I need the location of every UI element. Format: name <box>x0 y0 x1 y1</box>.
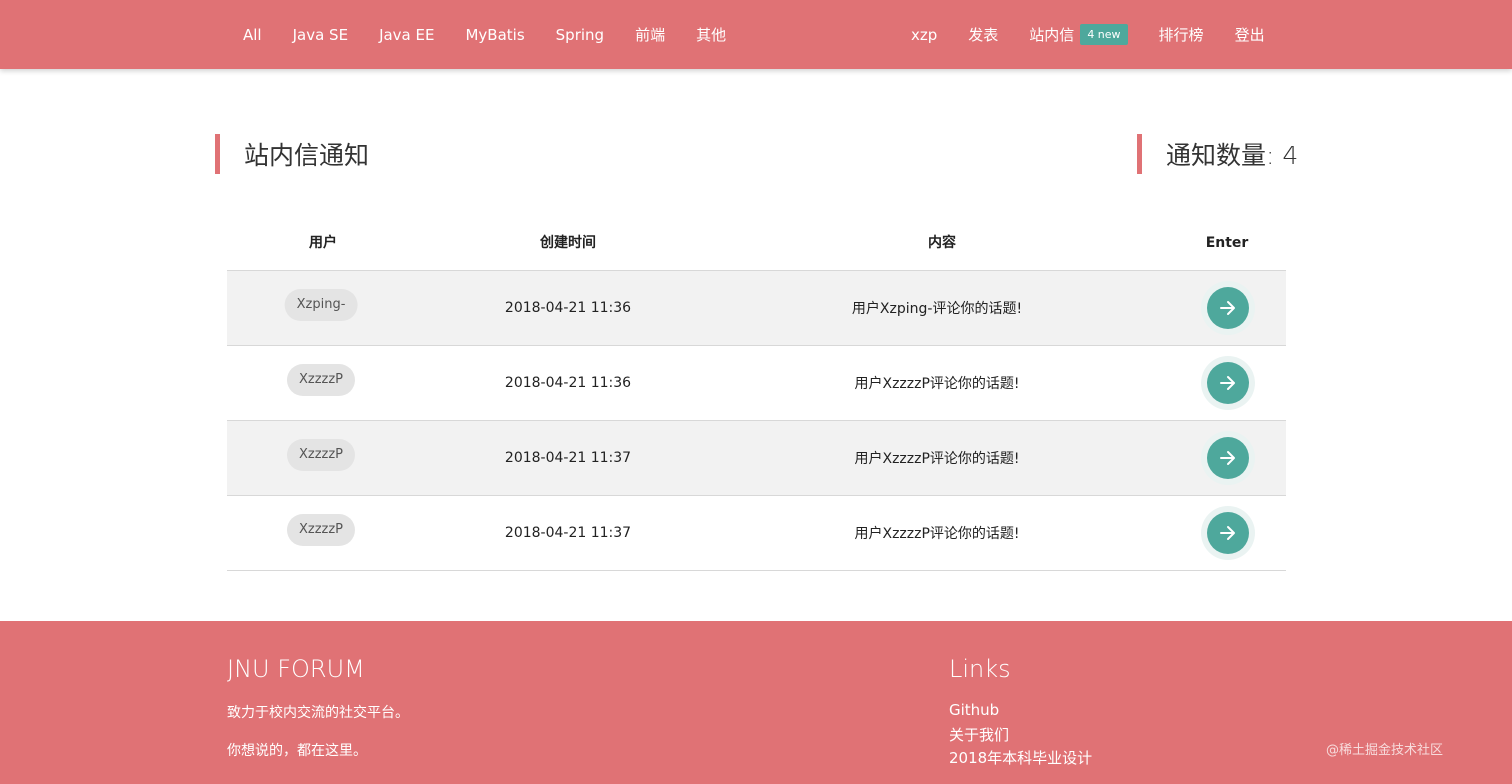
enter-button[interactable] <box>1207 437 1249 479</box>
nav-java-se[interactable]: Java SE <box>293 26 348 44</box>
created-time: 2018-04-21 11:37 <box>504 450 632 466</box>
title-accent-bar <box>215 134 220 174</box>
notifications-table: 用户 创建时间 内容 Enter Xzping- 2018-04-21 11:3… <box>227 215 1286 571</box>
category-nav: All Java SE Java EE MyBatis Spring 前端 其他 <box>243 0 757 69</box>
footer-tagline-2: 你想说的，都在这里。 <box>227 743 367 759</box>
footer-brand: JNU FORUM <box>227 655 365 683</box>
table-row: XzzzzP 2018-04-21 11:36 用户XzzzzP评论你的话题! <box>227 346 1286 421</box>
footer-link-about[interactable]: 关于我们 <box>949 724 1009 745</box>
user-chip[interactable]: Xzping- <box>284 289 358 321</box>
footer-link-github[interactable]: Github <box>949 701 999 719</box>
nav-mybatis[interactable]: MyBatis <box>465 26 524 44</box>
site-footer: JNU FORUM 致力于校内交流的社交平台。 你想说的，都在这里。 Links… <box>0 621 1512 784</box>
user-chip[interactable]: XzzzzP <box>286 439 356 471</box>
enter-button[interactable] <box>1207 512 1249 554</box>
nav-all[interactable]: All <box>243 26 262 44</box>
arrow-right-icon <box>1220 376 1235 390</box>
nav-messages-label: 站内信 <box>1029 26 1075 44</box>
notification-content: 用户Xzping-评论你的话题! <box>851 301 1023 317</box>
enter-button[interactable] <box>1207 362 1249 404</box>
table-header: 用户 创建时间 内容 Enter <box>227 215 1286 271</box>
notification-count-text: 通知数量: 4 <box>1166 141 1299 170</box>
arrow-right-icon <box>1220 526 1235 540</box>
notification-content: 用户XzzzzP评论你的话题! <box>854 451 1020 467</box>
watermark: @稀土掘金技术社区 <box>1326 743 1444 758</box>
header-user: 用户 <box>309 235 337 251</box>
nav-user[interactable]: xzp <box>911 26 937 44</box>
nav-messages[interactable]: 站内信 4 new <box>1029 24 1128 45</box>
nav-post[interactable]: 发表 <box>968 24 998 45</box>
nav-ranking[interactable]: 排行榜 <box>1159 24 1204 45</box>
nav-frontend[interactable]: 前端 <box>635 24 665 45</box>
count-accent-bar <box>1137 134 1142 174</box>
table-row: Xzping- 2018-04-21 11:36 用户Xzping-评论你的话题… <box>227 271 1286 346</box>
user-chip[interactable]: XzzzzP <box>286 364 356 396</box>
table-row: XzzzzP 2018-04-21 11:37 用户XzzzzP评论你的话题! <box>227 496 1286 571</box>
created-time: 2018-04-21 11:36 <box>504 300 632 316</box>
notification-count: 通知数量: 4 <box>1137 134 1298 174</box>
page-title: 站内信通知 <box>215 134 369 174</box>
header-content: 内容 <box>928 235 956 251</box>
table-row: XzzzzP 2018-04-21 11:37 用户XzzzzP评论你的话题! <box>227 421 1286 496</box>
footer-link-project[interactable]: 2018年本科毕业设计 <box>949 747 1092 768</box>
notification-content: 用户XzzzzP评论你的话题! <box>854 376 1020 392</box>
nav-other[interactable]: 其他 <box>696 24 726 45</box>
arrow-right-icon <box>1220 301 1235 315</box>
top-navbar: All Java SE Java EE MyBatis Spring 前端 其他… <box>0 0 1512 69</box>
enter-button[interactable] <box>1207 287 1249 329</box>
nav-java-ee[interactable]: Java EE <box>379 26 434 44</box>
header-created-time: 创建时间 <box>540 235 596 251</box>
created-time: 2018-04-21 11:36 <box>504 375 632 391</box>
user-chip[interactable]: XzzzzP <box>286 514 356 546</box>
page-title-text: 站内信通知 <box>244 141 370 170</box>
footer-tagline-1: 致力于校内交流的社交平台。 <box>227 705 409 721</box>
nav-spring[interactable]: Spring <box>556 26 604 44</box>
created-time: 2018-04-21 11:37 <box>504 525 632 541</box>
header-enter: Enter <box>1205 235 1249 251</box>
user-nav: xzp 发表 站内信 4 new 排行榜 登出 <box>911 0 1265 69</box>
nav-logout[interactable]: 登出 <box>1235 24 1265 45</box>
new-messages-badge: 4 new <box>1080 24 1128 45</box>
footer-links-title: Links <box>949 655 1011 683</box>
notification-content: 用户XzzzzP评论你的话题! <box>854 526 1020 542</box>
arrow-right-icon <box>1220 451 1235 465</box>
